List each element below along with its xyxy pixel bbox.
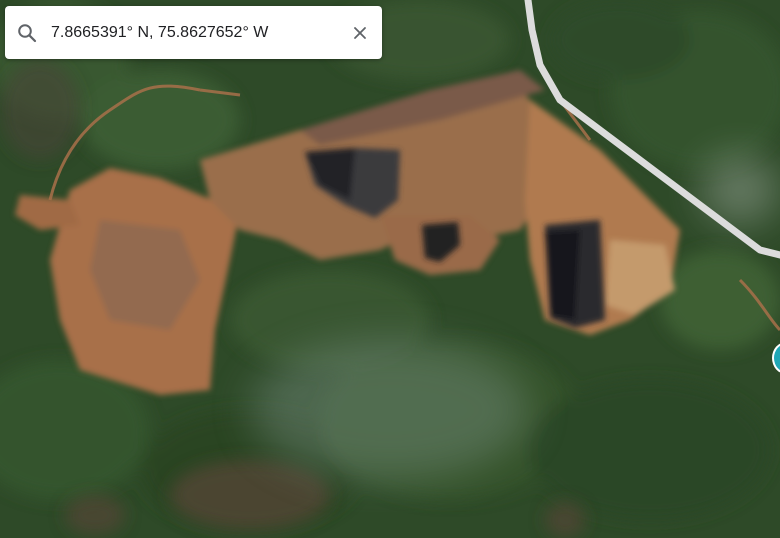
satellite-imagery <box>0 0 780 538</box>
search-icon[interactable] <box>15 21 39 45</box>
satellite-map[interactable] <box>0 0 780 538</box>
search-box[interactable]: 7.8665391° N, 75.8627652° W <box>5 6 382 59</box>
search-input[interactable]: 7.8665391° N, 75.8627652° W <box>51 24 348 42</box>
close-icon[interactable] <box>348 21 372 45</box>
